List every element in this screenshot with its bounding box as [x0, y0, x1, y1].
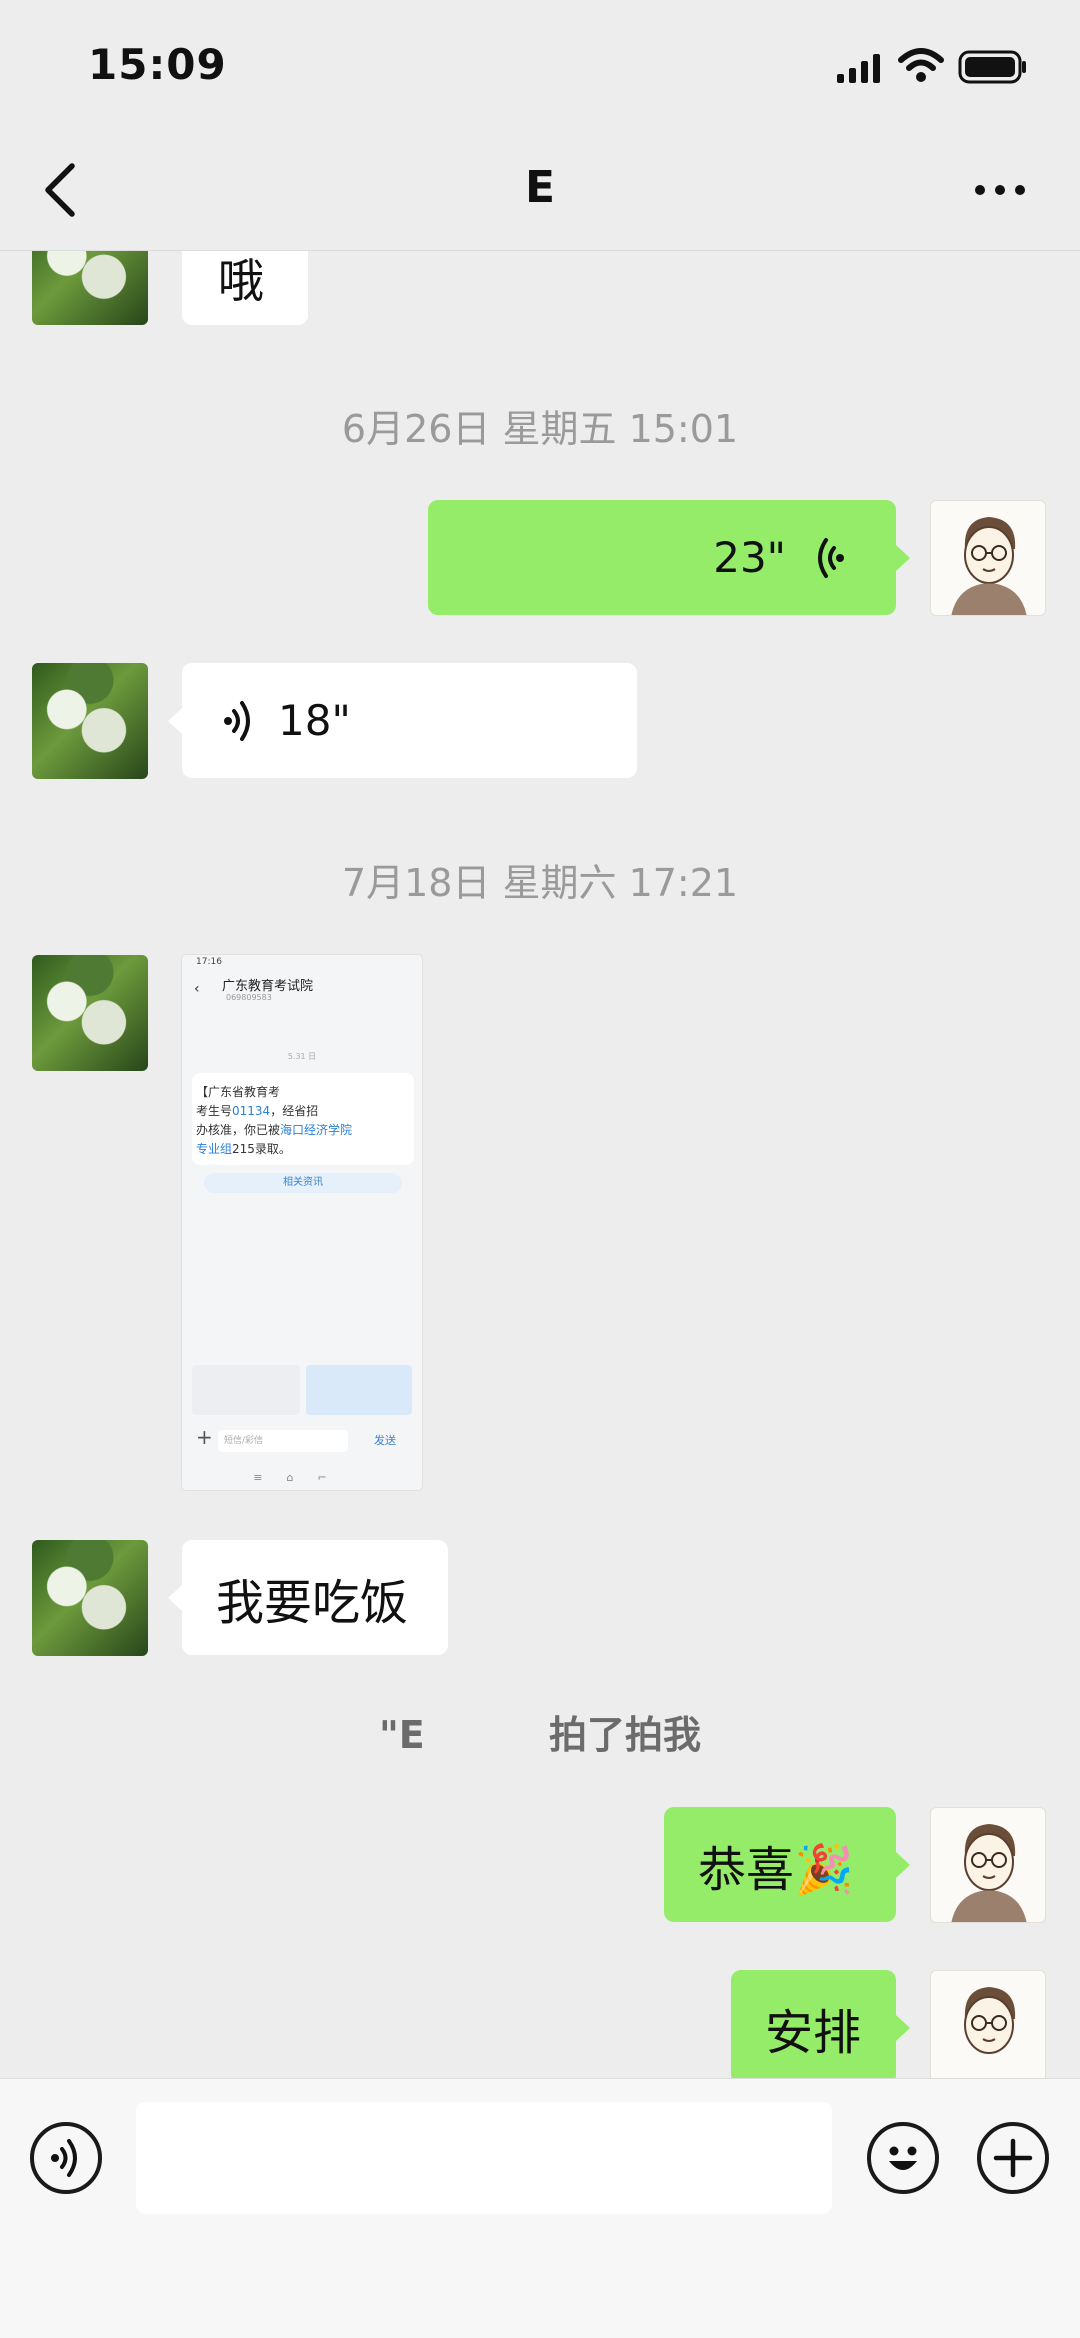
- voice-duration: 23": [713, 533, 786, 582]
- shot-title: 广东教育考试院: [222, 979, 314, 994]
- message-bubble-out[interactable]: 恭喜🎉: [664, 1807, 896, 1922]
- shot-sms-text: 【广东省教育考 考生号01134，经省招 办核准，你已被海口经济学院 专业组21…: [196, 1085, 353, 1156]
- shot-navbar: ≡⌂⌐: [253, 1471, 351, 1484]
- sketch-portrait-icon: [964, 1987, 1016, 2054]
- timestamp: 7月18日 星期六 17:21: [341, 861, 739, 905]
- timestamp: 6月26日 星期五 15:01: [341, 407, 739, 451]
- voice-wave-icon: [224, 700, 250, 741]
- message-text: 安排: [765, 2004, 862, 2061]
- shot-input: 短信/彩信: [218, 1430, 348, 1452]
- signal-icon: [837, 54, 880, 83]
- voice-message-in[interactable]: 18": [182, 663, 637, 778]
- battery-icon: [958, 50, 1026, 84]
- my-avatar[interactable]: [930, 1807, 1046, 1923]
- image-message[interactable]: 17:16 ‹ 广东教育考试院 069809583 5.31 日 【广东省教育考…: [182, 955, 422, 1490]
- bubble-tail: [896, 545, 910, 571]
- voice-duration: 18": [278, 696, 351, 745]
- bubble-tail: [896, 2015, 910, 2041]
- voice-wave-icon: [818, 537, 844, 578]
- plus-icon: [993, 2138, 1033, 2178]
- message-text: 哦: [218, 253, 264, 308]
- shot-back-icon: ‹: [194, 981, 200, 997]
- emoji-button[interactable]: [867, 2122, 939, 2194]
- bubble-tail: [896, 1852, 910, 1878]
- chat-title-overlay: E: [524, 162, 556, 213]
- shot-plus-icon: +: [196, 1425, 213, 1449]
- shot-subtitle: 069809583: [226, 993, 272, 1002]
- contact-avatar[interactable]: [32, 1540, 148, 1656]
- shot-related-button: 相关资讯: [204, 1173, 402, 1193]
- shot-date: 5.31 日: [287, 1052, 317, 1061]
- contact-avatar[interactable]: [32, 663, 148, 779]
- voice-icon: [51, 2139, 77, 2177]
- voice-mode-button[interactable]: [30, 2122, 102, 2194]
- bubble-tail: [168, 708, 182, 734]
- my-avatar[interactable]: [930, 500, 1046, 616]
- status-time: 15:09: [88, 40, 227, 89]
- bubble-tail: [168, 1585, 182, 1611]
- more-dots-icon-overlay[interactable]: [970, 170, 1030, 210]
- wifi-icon: [898, 48, 944, 82]
- message-input[interactable]: [136, 2102, 832, 2214]
- pat-notice: "E 拍了拍我: [378, 1713, 701, 1757]
- message-text: 我要吃饭: [216, 1574, 409, 1631]
- shot-send: 发送: [374, 1434, 396, 1447]
- message-bubble-out[interactable]: 安排: [731, 1970, 896, 2085]
- plus-button[interactable]: [977, 2122, 1049, 2194]
- my-avatar[interactable]: [930, 1970, 1046, 2086]
- contact-avatar[interactable]: [32, 955, 148, 1071]
- sketch-portrait-icon: [951, 517, 1027, 615]
- voice-message-out[interactable]: 23": [428, 500, 896, 615]
- sketch-portrait-icon: [951, 1824, 1027, 1922]
- shot-status-time: 17:16: [196, 957, 222, 967]
- emoji-icon: [889, 2146, 917, 2170]
- message-bubble-in[interactable]: 我要吃饭: [182, 1540, 448, 1655]
- message-text: 恭喜🎉: [698, 1841, 854, 1898]
